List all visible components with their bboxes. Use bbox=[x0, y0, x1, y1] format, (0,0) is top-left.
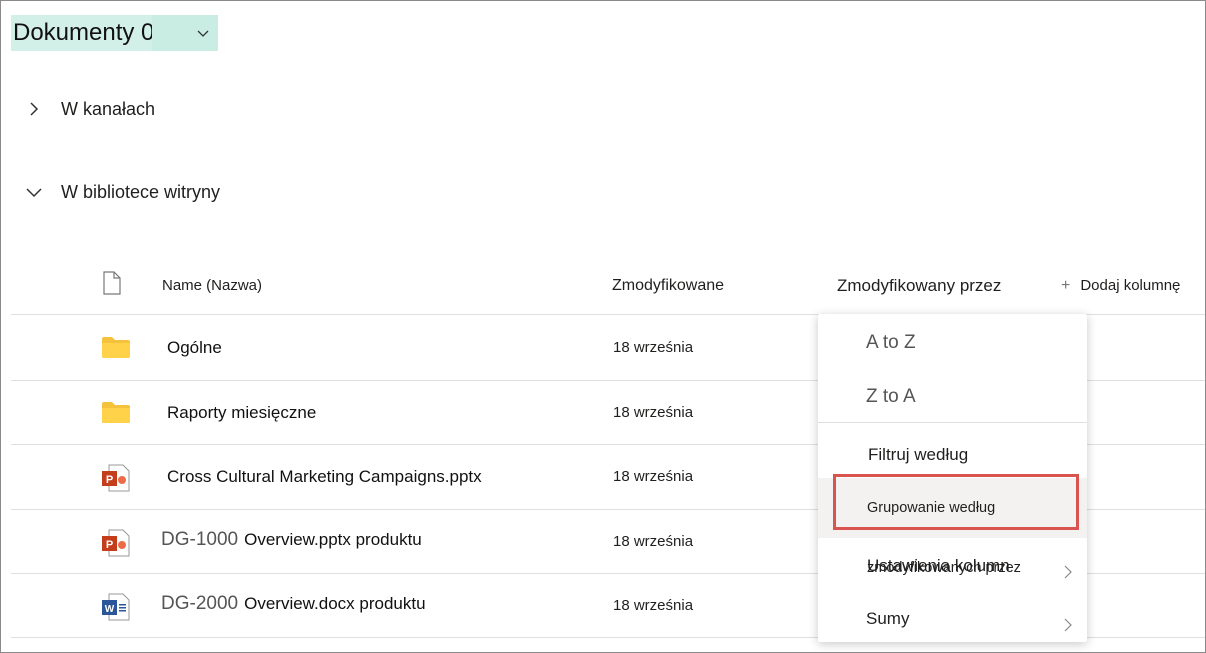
menu-item-label: Ustawienia kolumn bbox=[867, 556, 1010, 575]
svg-text:P: P bbox=[106, 539, 113, 551]
modified-date: 18 września bbox=[613, 404, 694, 421]
modified-date: 18 września bbox=[613, 597, 694, 614]
file-name[interactable]: Raporty miesięczne bbox=[161, 402, 316, 424]
section-label: W kanałach bbox=[61, 98, 156, 119]
file-prefix: DG-1000 bbox=[161, 529, 239, 550]
chevron-down-icon[interactable] bbox=[151, 15, 218, 51]
menu-item-column-settings[interactable]: Ustawienia kolumn bbox=[818, 551, 1087, 581]
folder-icon bbox=[101, 400, 131, 428]
menu-divider bbox=[818, 422, 1087, 423]
file-type-icon[interactable] bbox=[102, 271, 124, 297]
file-name[interactable]: Ogólne bbox=[161, 337, 222, 359]
app-window: Dokumenty 00B W kanałach W bibliotece wi… bbox=[0, 0, 1206, 653]
file-name-text: Cross Cultural Marketing Campaigns.pptx bbox=[167, 467, 482, 486]
menu-item-sort-za[interactable]: Z to A bbox=[818, 382, 1087, 412]
file-name[interactable]: DG-1000 Overview.pptx produktu bbox=[161, 529, 422, 551]
powerpoint-icon: P bbox=[101, 464, 131, 492]
file-name[interactable]: Cross Cultural Marketing Campaigns.pptx bbox=[161, 466, 482, 488]
file-prefix: DG-2000 bbox=[161, 593, 239, 614]
file-name-text: Raporty miesięczne bbox=[167, 403, 317, 422]
plus-icon: + bbox=[1061, 277, 1071, 294]
file-name-text: Ogólne bbox=[167, 338, 222, 357]
modified-date: 18 września bbox=[613, 468, 694, 485]
section-channels[interactable]: W kanałach bbox=[23, 98, 155, 120]
file-name-text: Overview.docx produktu bbox=[244, 594, 426, 613]
modified-date: 18 września bbox=[613, 533, 694, 550]
highlight-callout bbox=[833, 474, 1079, 530]
file-name-text: Overview.pptx produktu bbox=[244, 530, 422, 549]
folder-icon bbox=[101, 335, 131, 363]
modified-date: 18 września bbox=[613, 339, 694, 356]
file-name[interactable]: DG-2000 Overview.docx produktu bbox=[161, 593, 426, 615]
section-label: W bibliotece witryny bbox=[61, 181, 221, 202]
word-icon: W bbox=[101, 593, 131, 621]
chevron-right-icon bbox=[1063, 612, 1073, 632]
library-title-button[interactable]: Dokumenty 00B bbox=[11, 15, 218, 51]
svg-text:W: W bbox=[105, 604, 115, 615]
svg-text:P: P bbox=[106, 474, 113, 486]
column-header-name[interactable]: Name (Nazwa) bbox=[162, 271, 262, 301]
chevron-down-icon[interactable] bbox=[23, 181, 45, 203]
menu-item-totals[interactable]: Sumy bbox=[818, 604, 1087, 634]
section-site-library[interactable]: W bibliotece witryny bbox=[23, 181, 220, 203]
add-column-button[interactable]: + Dodaj kolumnę bbox=[1061, 271, 1180, 301]
menu-item-filter[interactable]: Filtruj według bbox=[818, 440, 1087, 470]
add-column-label: Dodaj kolumnę bbox=[1080, 277, 1181, 294]
chevron-right-icon bbox=[1063, 559, 1073, 579]
menu-item-label: Sumy bbox=[866, 609, 910, 628]
powerpoint-icon: P bbox=[101, 529, 131, 557]
chevron-right-icon[interactable] bbox=[23, 98, 45, 120]
column-header-modified[interactable]: Zmodyfikowane bbox=[612, 271, 724, 301]
menu-item-sort-az[interactable]: A to Z bbox=[818, 328, 1087, 358]
column-header-modified-by[interactable]: Zmodyfikowany przez bbox=[837, 271, 1001, 301]
